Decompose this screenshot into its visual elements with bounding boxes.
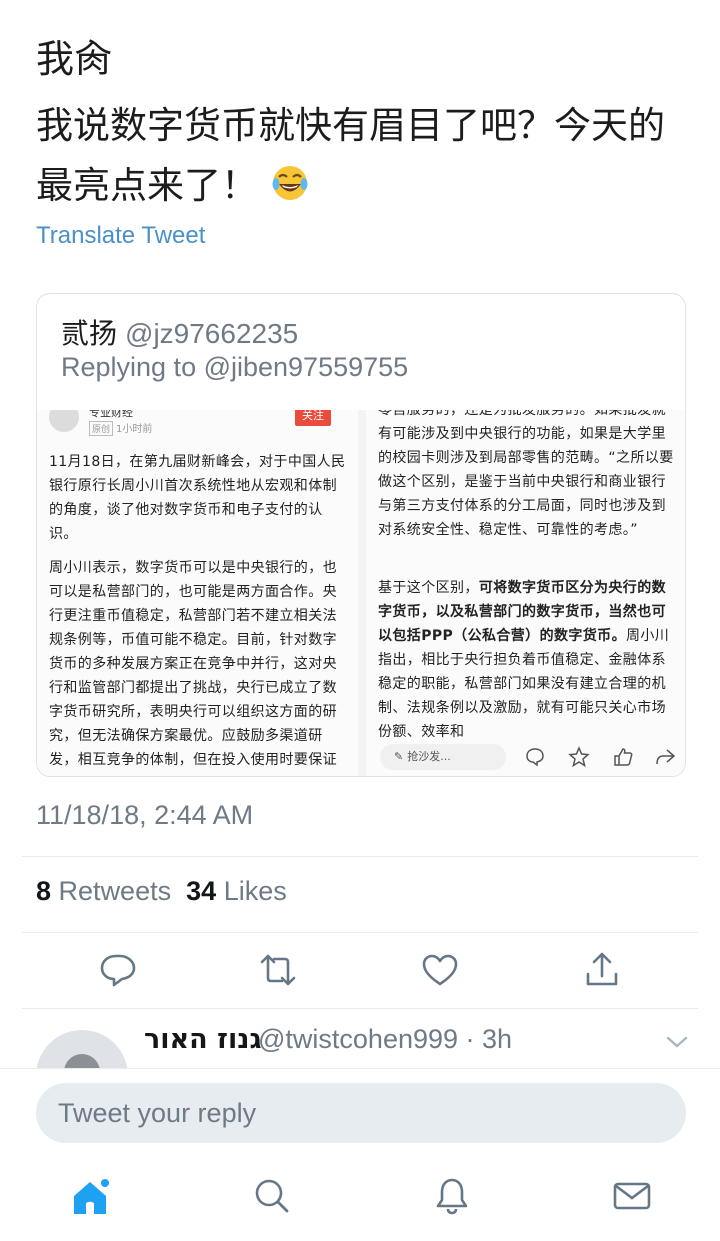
tab-messages[interactable] — [612, 1176, 652, 1216]
retweets-label[interactable]: Retweets — [59, 876, 172, 906]
tweet-text: 我说数字货币就快有眉目了吧？今天的最亮点来了！ — [36, 96, 696, 216]
retweet-icon — [260, 954, 296, 986]
like-button[interactable] — [420, 950, 460, 990]
star-icon — [568, 746, 590, 768]
article-paragraph-4-lead: 基于这个区别， — [378, 580, 479, 596]
article-avatar — [49, 410, 79, 432]
retweets-count: 8 — [36, 876, 52, 906]
tab-notifications[interactable] — [432, 1176, 472, 1216]
article-meta: 原创 1小时前 — [89, 420, 152, 436]
share-icon — [586, 952, 618, 986]
follow-button: 关注 — [295, 410, 331, 426]
article-paragraph-1: 11月18日，在第九届财新峰会，对于中国人民银行原行长周小川首次系统性地从宏观和… — [49, 454, 346, 542]
share-button[interactable] — [582, 950, 622, 990]
mail-icon — [613, 1182, 651, 1210]
share-arrow-icon — [654, 746, 676, 768]
article-paragraph-4-rest: 周小川指出，相比于央行担负着币值稳定、金融体系稳定的职能，私营部门如果没有建立合… — [378, 628, 670, 740]
tab-home[interactable] — [70, 1176, 111, 1216]
home-icon — [74, 1177, 111, 1214]
chevron-down-icon[interactable] — [664, 1032, 690, 1052]
quoted-author: 贰扬 @jz97662235 — [61, 312, 298, 352]
tweet-reply-input[interactable]: Tweet your reply — [36, 1083, 686, 1143]
quoted-media[interactable]: 专业财经 原创 1小时前 关注 11月18日，在第九届财新峰会，对于中国人民银行原… — [37, 410, 685, 776]
likes-label[interactable]: Likes — [224, 876, 287, 906]
laughing-tears-emoji-icon — [270, 160, 310, 200]
article-paragraph-2: 周小川表示，数字货币可以是中央银行的，也可以是私营部门的，也可能是两方面合作。央… — [49, 560, 337, 768]
article-comment-input: ✎ 抢沙发... — [380, 744, 506, 770]
tab-explore[interactable] — [252, 1176, 292, 1216]
quoted-image-right[interactable]: 零售服务的，还是为批发服务的。如果批发就有可能涉及到中央银行的功能，如果是大学里… — [366, 410, 685, 776]
tweet-stats[interactable]: 8 Retweets 34 Likes — [36, 876, 287, 907]
quoted-tweet-card[interactable]: 贰扬 @jz97662235 Replying to @jiben97559755… — [36, 293, 686, 777]
tweet-timestamp: 11/18/18, 2:44 AM — [36, 800, 254, 830]
quoted-replying-to: Replying to @jiben97559755 — [61, 352, 409, 382]
thumbs-up-icon — [612, 746, 634, 768]
reply-author-handle: @twistcohen999 · 3h — [258, 1024, 513, 1054]
article-tag: 原创 — [89, 421, 114, 436]
quoted-image-left[interactable]: 专业财经 原创 1小时前 关注 11月18日，在第九届财新峰会，对于中国人民银行原… — [37, 410, 358, 776]
article-source: 专业财经 — [89, 410, 133, 419]
comment-icon — [524, 746, 546, 768]
tweet-author-name[interactable]: 我肏 — [36, 28, 112, 83]
tweet-text-content: 我说数字货币就快有眉目了吧？今天的最亮点来了！ — [36, 104, 665, 207]
retweet-button[interactable] — [258, 950, 298, 990]
article-time: 1小时前 — [116, 424, 153, 435]
likes-count: 34 — [186, 876, 217, 906]
reply-compose-bar: Tweet your reply — [0, 1068, 720, 1158]
search-icon — [255, 1179, 289, 1213]
divider — [22, 856, 698, 857]
article-toolbar: ✎ 抢沙发... — [376, 742, 676, 772]
translate-tweet-link[interactable]: Translate Tweet — [36, 222, 205, 250]
quoted-author-name: 贰扬 — [61, 317, 118, 350]
bottom-tab-bar — [0, 1158, 720, 1241]
quoted-author-handle: @jz97662235 — [125, 318, 299, 349]
article-comment-placeholder: 抢沙发... — [407, 750, 451, 763]
reply-icon — [100, 954, 136, 987]
reply-tweet[interactable]: גנוז האור @twistcohen999 · 3h — [0, 1010, 720, 1068]
heart-icon — [422, 954, 458, 986]
article-paragraph-3: 零售服务的，还是为批发服务的。如果批发就有可能涉及到中央银行的功能，如果是大学里… — [378, 410, 674, 538]
reply-author-name: גנוז האור — [144, 1024, 262, 1055]
divider — [22, 932, 698, 933]
bell-icon — [436, 1178, 468, 1215]
reply-button[interactable] — [98, 950, 138, 990]
divider — [22, 1008, 698, 1009]
article-paragraph-4: 基于这个区别，可将数字货币区分为央行的数字货币，以及私营部门的数字货币，当然也可… — [378, 576, 676, 744]
